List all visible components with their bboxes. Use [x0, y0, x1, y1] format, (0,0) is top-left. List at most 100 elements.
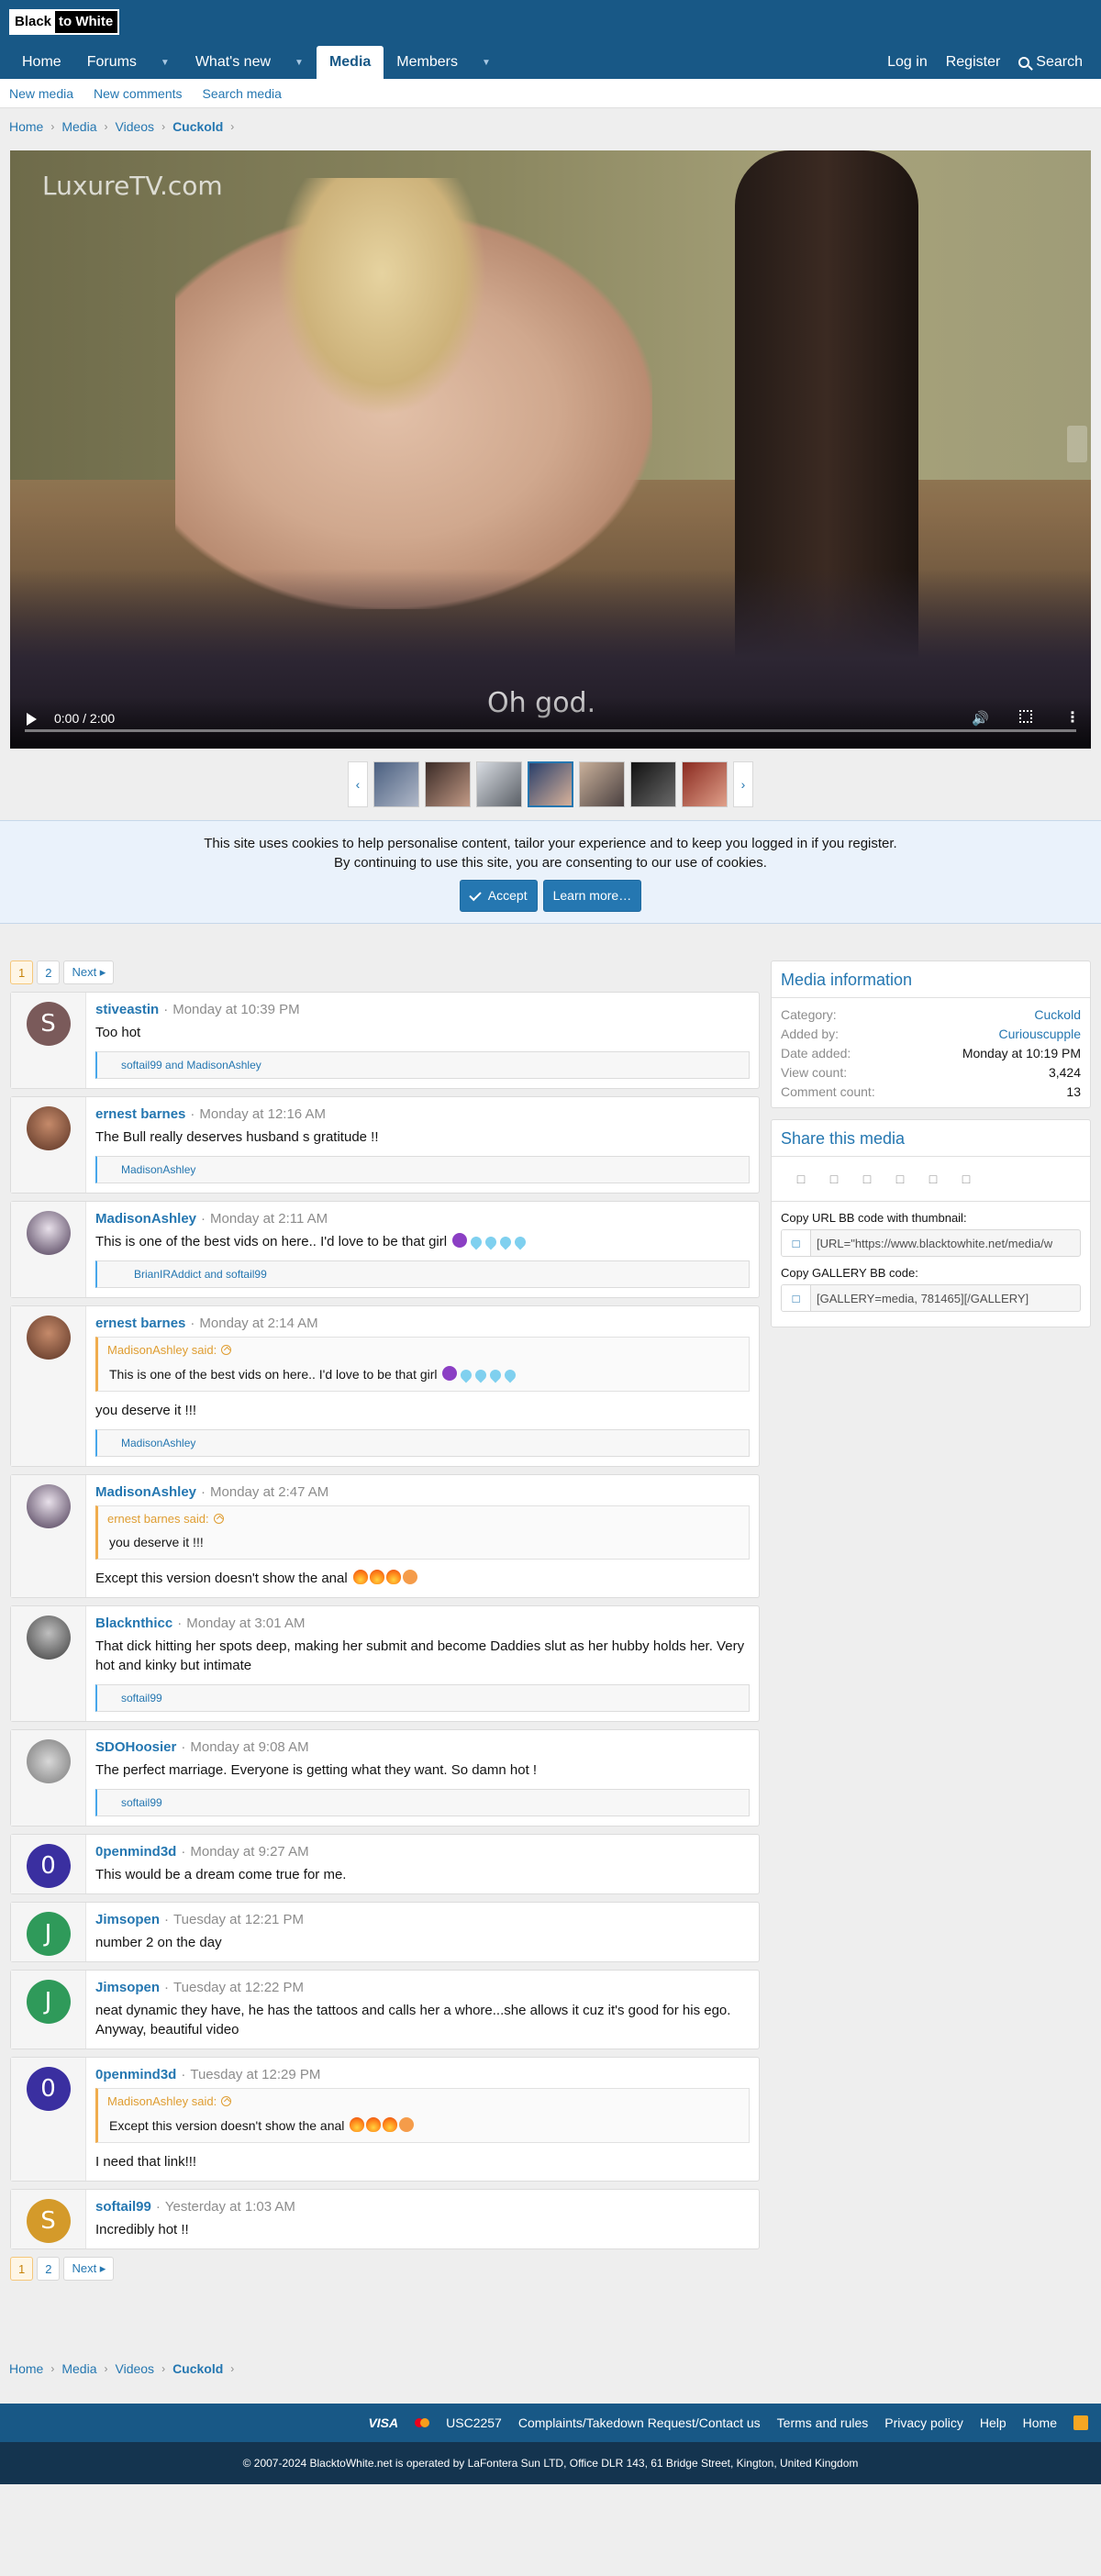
avatar[interactable]: S	[26, 1002, 71, 1046]
reaction-list[interactable]: softail99	[95, 1684, 750, 1712]
chevron-down-icon[interactable]: ▼	[161, 58, 170, 68]
comment-time[interactable]: Monday at 10:39 PM	[172, 1002, 299, 1017]
comment-username[interactable]: 0penmind3d	[95, 2067, 176, 2082]
comment-time[interactable]: Monday at 9:27 AM	[190, 1844, 308, 1860]
twitter-share-icon[interactable]: □	[823, 1168, 845, 1190]
comment-username[interactable]: MadisonAshley	[95, 1484, 196, 1500]
avatar[interactable]	[26, 1484, 71, 1528]
page-1-button[interactable]: 1	[10, 960, 34, 984]
comment-time[interactable]: Monday at 9:08 AM	[190, 1739, 308, 1755]
breadcrumb-videos[interactable]: Videos	[116, 119, 155, 134]
avatar[interactable]	[26, 1211, 71, 1255]
usc2257-link[interactable]: USC2257	[446, 2415, 502, 2430]
bb-thumb-value[interactable]: [URL="https://www.blacktowhite.net/media…	[811, 1230, 1080, 1256]
media-thumbnail[interactable]	[682, 761, 728, 807]
thumbs-next-arrow[interactable]: ›	[733, 761, 753, 807]
page-2-button[interactable]: 2	[37, 960, 61, 984]
comment-time[interactable]: Yesterday at 1:03 AM	[165, 2199, 295, 2215]
jump-to-quote-icon[interactable]	[221, 1345, 232, 1355]
comment-username[interactable]: ernest barnes	[95, 1316, 185, 1331]
media-thumbnail-active[interactable]	[528, 761, 573, 807]
comment-time[interactable]: Tuesday at 12:29 PM	[190, 2067, 320, 2082]
comment-time[interactable]: Monday at 2:11 AM	[210, 1211, 328, 1227]
media-thumbnail[interactable]	[373, 761, 419, 807]
more-options-icon[interactable]: ⋮	[1065, 708, 1080, 727]
avatar[interactable]	[26, 1106, 71, 1150]
category-link[interactable]: Cuckold	[1034, 1005, 1081, 1025]
breadcrumb-media[interactable]: Media	[61, 119, 96, 134]
next-media-arrow[interactable]	[1067, 426, 1087, 462]
breadcrumb-videos[interactable]: Videos	[116, 2361, 155, 2376]
next-page-button[interactable]: Next ▸	[63, 2257, 115, 2281]
comment-username[interactable]: ernest barnes	[95, 1106, 185, 1122]
media-thumbnail[interactable]	[476, 761, 522, 807]
comment-time[interactable]: Tuesday at 12:21 PM	[173, 1912, 304, 1927]
media-thumbnail[interactable]	[579, 761, 625, 807]
reaction-list[interactable]: softail99	[95, 1789, 750, 1816]
quote-author[interactable]: MadisonAshley said:	[107, 2094, 217, 2108]
reaction-list[interactable]: BrianIRAddict and softail99	[95, 1260, 750, 1288]
help-link[interactable]: Help	[980, 2415, 1006, 2430]
nav-tab-home[interactable]: Home	[9, 46, 74, 79]
quote-author[interactable]: ernest barnes said:	[107, 1512, 209, 1526]
site-logo[interactable]: Black to White	[9, 9, 120, 35]
subnav-new-comments[interactable]: New comments	[94, 86, 182, 101]
bb-gallery-field[interactable]: □ [GALLERY=media, 781465][/GALLERY]	[781, 1284, 1081, 1312]
quote-author[interactable]: MadisonAshley said:	[107, 1343, 217, 1357]
breadcrumb-current[interactable]: Cuckold	[172, 119, 223, 134]
page-2-button[interactable]: 2	[37, 2257, 61, 2281]
search-button[interactable]: Search	[1009, 46, 1092, 79]
comment-username[interactable]: 0penmind3d	[95, 1844, 176, 1860]
reaction-list[interactable]: MadisonAshley	[95, 1429, 750, 1457]
thumbs-prev-arrow[interactable]: ‹	[348, 761, 368, 807]
page-1-button[interactable]: 1	[10, 2257, 34, 2281]
avatar[interactable]: 0	[26, 2067, 71, 2111]
avatar[interactable]	[26, 1739, 71, 1783]
avatar[interactable]: 0	[26, 1844, 71, 1888]
media-thumbnail[interactable]	[425, 761, 471, 807]
comment-username[interactable]: SDOHoosier	[95, 1739, 176, 1755]
chevron-down-icon[interactable]: ▼	[482, 58, 491, 68]
comment-time[interactable]: Monday at 12:16 AM	[199, 1106, 326, 1122]
nav-tab-forums[interactable]: Forums ▼	[74, 46, 183, 79]
nav-tab-members[interactable]: Members ▼	[384, 46, 504, 79]
comment-username[interactable]: Jimsopen	[95, 1980, 160, 1995]
breadcrumb-media[interactable]: Media	[61, 2361, 96, 2376]
comment-time[interactable]: Monday at 2:14 AM	[199, 1316, 317, 1331]
added-by-link[interactable]: Curiouscupple	[999, 1025, 1082, 1044]
bb-gallery-value[interactable]: [GALLERY=media, 781465][/GALLERY]	[811, 1285, 1080, 1311]
comment-username[interactable]: MadisonAshley	[95, 1211, 196, 1227]
nav-tab-whats-new[interactable]: What's new ▼	[183, 46, 317, 79]
facebook-share-icon[interactable]: □	[790, 1168, 812, 1190]
privacy-link[interactable]: Privacy policy	[884, 2415, 963, 2430]
comment-time[interactable]: Monday at 3:01 AM	[186, 1616, 305, 1631]
login-link[interactable]: Log in	[878, 46, 937, 79]
comment-username[interactable]: Blacknthicc	[95, 1616, 172, 1631]
copy-icon[interactable]: □	[782, 1285, 811, 1311]
media-thumbnail[interactable]	[630, 761, 676, 807]
next-page-button[interactable]: Next ▸	[63, 960, 115, 984]
nav-tab-media[interactable]: Media	[316, 46, 384, 79]
jump-to-quote-icon[interactable]	[221, 2096, 232, 2106]
rss-icon[interactable]	[1073, 2415, 1088, 2430]
fullscreen-icon[interactable]	[1019, 710, 1032, 723]
breadcrumb-home[interactable]: Home	[9, 119, 43, 134]
video-progress-bar[interactable]	[25, 729, 1076, 732]
home-link[interactable]: Home	[1023, 2415, 1057, 2430]
chevron-down-icon[interactable]: ▼	[295, 58, 304, 68]
accept-cookies-button[interactable]: Accept	[459, 880, 538, 912]
volume-icon[interactable]: 🔊	[972, 710, 989, 727]
avatar[interactable]: J	[26, 1980, 71, 2024]
terms-link[interactable]: Terms and rules	[777, 2415, 869, 2430]
register-link[interactable]: Register	[937, 46, 1010, 79]
bb-thumb-field[interactable]: □ [URL="https://www.blacktowhite.net/med…	[781, 1229, 1081, 1257]
breadcrumb-home[interactable]: Home	[9, 2361, 43, 2376]
subnav-new-media[interactable]: New media	[9, 86, 73, 101]
copy-icon[interactable]: □	[782, 1230, 811, 1256]
reaction-list[interactable]: MadisonAshley	[95, 1156, 750, 1183]
comment-username[interactable]: softail99	[95, 2199, 151, 2215]
learn-more-button[interactable]: Learn more…	[542, 880, 642, 912]
pinterest-share-icon[interactable]: □	[889, 1168, 911, 1190]
reddit-share-icon[interactable]: □	[856, 1168, 878, 1190]
comment-time[interactable]: Monday at 2:47 AM	[210, 1484, 328, 1500]
